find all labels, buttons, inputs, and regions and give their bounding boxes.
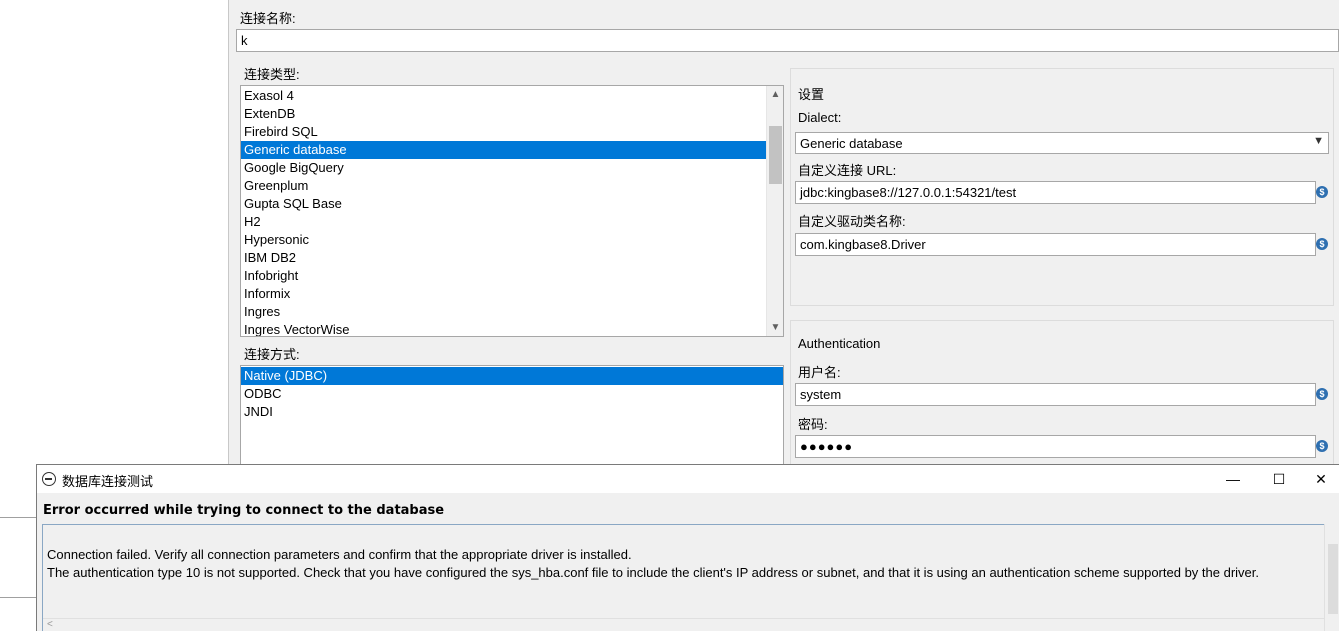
- url-input[interactable]: jdbc:kingbase8://127.0.0.1:54321/test: [795, 181, 1316, 204]
- connection-type-item[interactable]: Firebird SQL: [241, 123, 783, 141]
- password-label: 密码:: [798, 417, 828, 432]
- maximize-button[interactable]: ☐: [1256, 465, 1302, 493]
- divider: [0, 517, 36, 518]
- settings-title: 设置: [798, 87, 825, 102]
- connection-type-scrollbar[interactable]: ▲ ▼: [766, 86, 783, 336]
- test-connection-dialog: 数据库连接测试 — ☐ ✕ Error occurred while tryin…: [36, 464, 1339, 631]
- driver-input[interactable]: com.kingbase8.Driver: [795, 233, 1316, 256]
- connection-type-label: 连接类型:: [244, 67, 300, 82]
- connection-type-item[interactable]: H2: [241, 213, 783, 231]
- scroll-thumb[interactable]: [1328, 544, 1338, 614]
- authentication-group: Authentication 用户名: system $ 密码: ●●●●●● …: [790, 320, 1334, 470]
- close-button[interactable]: ✕: [1302, 465, 1339, 493]
- scroll-thumb[interactable]: [769, 126, 782, 184]
- variable-icon[interactable]: $: [1316, 186, 1328, 198]
- dialect-value: Generic database: [800, 136, 903, 151]
- access-method-label: 连接方式:: [244, 347, 300, 362]
- dialect-select[interactable]: Generic database ▼: [795, 132, 1329, 154]
- password-input[interactable]: ●●●●●●: [795, 435, 1316, 458]
- access-method-list[interactable]: Native (JDBC) ODBC JNDI: [240, 365, 784, 475]
- connection-type-item[interactable]: Generic database: [241, 141, 783, 159]
- scroll-down-icon[interactable]: ▼: [767, 319, 783, 336]
- connection-type-item[interactable]: Infobright: [241, 267, 783, 285]
- dialog-title: 数据库连接测试: [62, 474, 154, 489]
- error-heading: Error occurred while trying to connect t…: [43, 503, 445, 518]
- authentication-title: Authentication: [798, 336, 881, 351]
- connection-type-item[interactable]: Hypersonic: [241, 231, 783, 249]
- connection-type-list[interactable]: Exasol 4 ExtenDB Firebird SQL Generic datab…: [240, 85, 784, 337]
- access-method-items: Native (JDBC) ODBC JNDI: [241, 366, 783, 421]
- access-method-item[interactable]: Native (JDBC): [241, 367, 783, 385]
- access-method-item[interactable]: JNDI: [241, 403, 783, 421]
- connection-name-input[interactable]: k: [236, 29, 1339, 52]
- error-line-1: Connection failed. Verify all connection…: [47, 547, 632, 562]
- connection-type-item[interactable]: Ingres VectorWise: [241, 321, 783, 336]
- scroll-left-icon[interactable]: <: [47, 619, 53, 630]
- chevron-down-icon[interactable]: ▼: [1313, 135, 1324, 147]
- dialog-titlebar[interactable]: 数据库连接测试 — ☐ ✕: [37, 465, 1339, 493]
- connection-type-item[interactable]: Gupta SQL Base: [241, 195, 783, 213]
- connection-name-label: 连接名称:: [240, 11, 296, 26]
- driver-label: 自定义驱动类名称:: [798, 214, 906, 229]
- username-input[interactable]: system: [795, 383, 1316, 406]
- variable-icon[interactable]: $: [1316, 238, 1328, 250]
- variable-icon[interactable]: $: [1316, 388, 1328, 400]
- horizontal-scrollbar[interactable]: <: [43, 618, 1324, 631]
- error-icon: [42, 472, 56, 486]
- dialect-label: Dialect:: [798, 110, 842, 125]
- connection-type-item[interactable]: Greenplum: [241, 177, 783, 195]
- username-label: 用户名:: [798, 365, 841, 380]
- connection-type-item[interactable]: Exasol 4: [241, 87, 783, 105]
- scroll-up-icon[interactable]: ▲: [767, 86, 783, 103]
- vertical-scrollbar[interactable]: [1324, 524, 1339, 631]
- settings-group: 设置 Dialect: Generic database ▼ 自定义连接 URL…: [790, 68, 1334, 306]
- error-message-box[interactable]: Connection failed. Verify all connection…: [42, 524, 1324, 631]
- error-line-2: The authentication type 10 is not suppor…: [47, 565, 1259, 580]
- connection-type-items: Exasol 4 ExtenDB Firebird SQL Generic datab…: [241, 86, 783, 336]
- access-method-item[interactable]: ODBC: [241, 385, 783, 403]
- connection-type-item[interactable]: Ingres: [241, 303, 783, 321]
- connection-type-item[interactable]: IBM DB2: [241, 249, 783, 267]
- connection-type-item[interactable]: ExtenDB: [241, 105, 783, 123]
- minimize-button[interactable]: —: [1210, 465, 1256, 493]
- connection-type-item[interactable]: Informix: [241, 285, 783, 303]
- connection-type-item[interactable]: Google BigQuery: [241, 159, 783, 177]
- variable-icon[interactable]: $: [1316, 440, 1328, 452]
- url-label: 自定义连接 URL:: [798, 163, 897, 178]
- divider: [0, 597, 36, 598]
